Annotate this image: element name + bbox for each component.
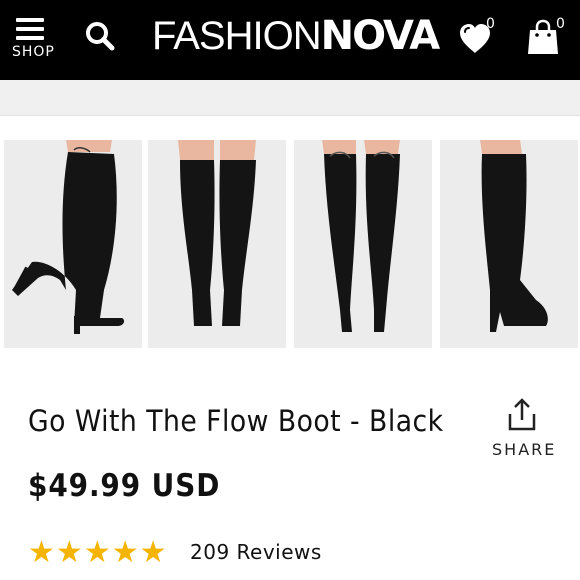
shop-label: SHOP <box>12 44 55 60</box>
promo-banner-area <box>0 80 580 116</box>
menu-button[interactable]: SHOP <box>12 16 55 66</box>
logo-text-bold: NOVA <box>320 13 441 59</box>
product-thumbnail[interactable] <box>148 140 286 348</box>
star-icon: ★ <box>139 536 167 569</box>
top-header: SHOP FASHIONNOVA 0 0 <box>0 0 580 80</box>
product-title: Go With The Flow Boot - Black <box>28 404 444 438</box>
rating-stars: ★★★★★ <box>28 536 168 570</box>
shopping-bag-icon <box>528 19 558 54</box>
search-button[interactable] <box>84 20 116 52</box>
product-thumbnail[interactable] <box>440 140 578 348</box>
star-icon: ★ <box>55 536 83 569</box>
search-icon <box>86 22 115 51</box>
product-price: $49.99 USD <box>28 468 221 504</box>
share-icon <box>508 398 536 431</box>
bag-count: 0 <box>556 16 565 32</box>
star-icon: ★ <box>83 536 111 569</box>
reviews-link[interactable]: 209 Reviews <box>190 540 322 564</box>
star-icon: ★ <box>111 536 139 569</box>
product-thumbnail[interactable] <box>4 140 142 348</box>
boot-front-image <box>148 140 286 348</box>
logo-text-light: FASHION <box>152 14 322 58</box>
share-button[interactable]: SHARE <box>492 396 557 459</box>
boot-back-image <box>294 140 432 348</box>
product-gallery <box>0 140 580 348</box>
brand-logo[interactable]: FASHIONNOVA <box>152 12 441 60</box>
share-label: SHARE <box>492 440 557 459</box>
wishlist-button[interactable]: 0 <box>458 16 500 56</box>
wishlist-count: 0 <box>486 16 495 32</box>
shopping-bag-button[interactable]: 0 <box>526 14 570 58</box>
product-thumbnail[interactable] <box>294 140 432 348</box>
boot-side-image <box>4 140 142 348</box>
boot-side-right-image <box>440 140 578 348</box>
star-icon: ★ <box>28 536 55 569</box>
menu-icon <box>16 18 44 40</box>
